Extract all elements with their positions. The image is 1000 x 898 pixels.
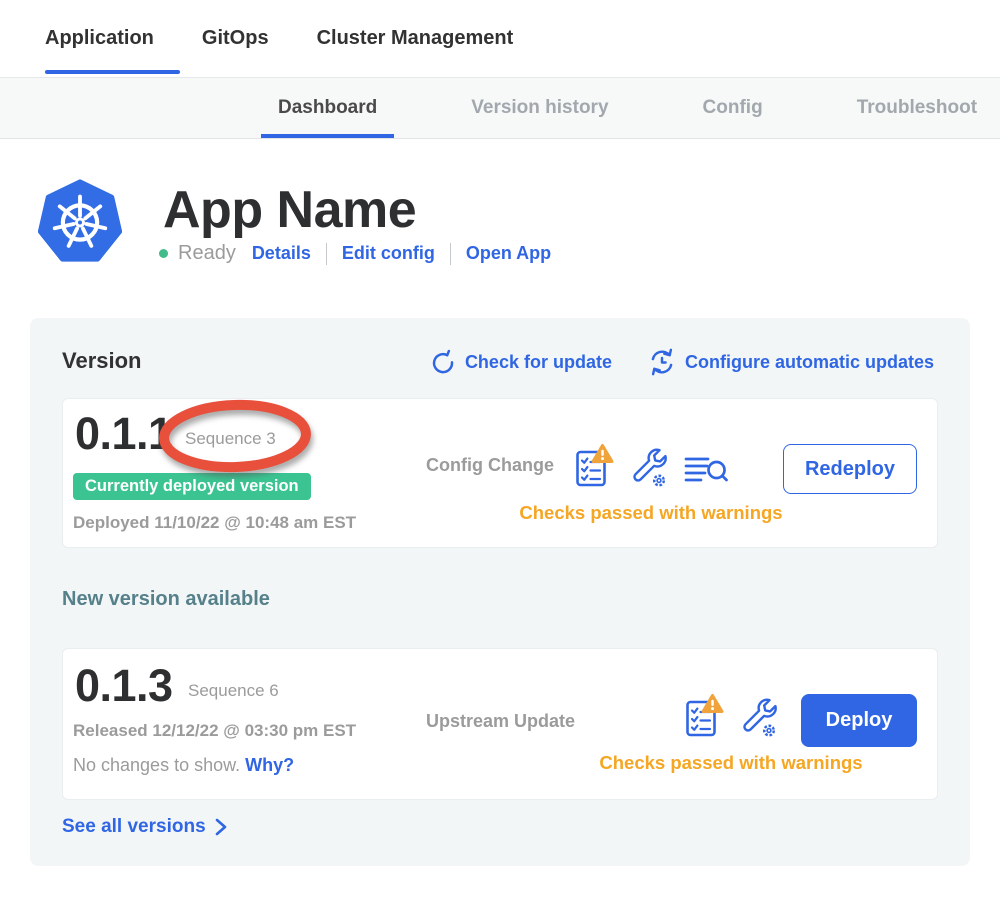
- tab-version-history[interactable]: Version history: [454, 78, 625, 138]
- new-version-heading: New version available: [62, 588, 270, 611]
- app-sub-nav: Dashboard Version history Config Trouble…: [0, 77, 1000, 139]
- chevron-right-icon: [215, 818, 227, 836]
- configure-automatic-updates-button[interactable]: Configure automatic updates: [648, 348, 934, 376]
- version-panel: Version Check for update Configure autom…: [30, 318, 970, 866]
- tab-application[interactable]: Application: [45, 0, 154, 77]
- divider: [326, 243, 327, 265]
- status-dot-icon: [159, 249, 168, 258]
- available-version-card: 0.1.3 Sequence 6 Released 12/12/22 @ 03:…: [62, 648, 938, 800]
- redeploy-button[interactable]: Redeploy: [783, 444, 917, 494]
- app-status-row: Ready Details Edit config Open App: [159, 242, 551, 265]
- version-panel-actions: Check for update Configure automatic upd…: [430, 348, 934, 376]
- see-all-versions-label: See all versions: [62, 816, 206, 838]
- check-for-update-label: Check for update: [465, 352, 612, 373]
- released-timestamp: Released 12/12/22 @ 03:30 pm EST: [73, 721, 356, 741]
- details-link[interactable]: Details: [252, 243, 311, 264]
- version-source-label: Upstream Update: [426, 711, 575, 732]
- current-version-card: 0.1.1 Sequence 3 Currently deployed vers…: [62, 398, 938, 548]
- kubernetes-logo-icon: [38, 179, 122, 266]
- preflight-checklist-warning-icon[interactable]: [684, 693, 724, 739]
- status-badge: Ready: [178, 242, 236, 265]
- edit-config-link[interactable]: Edit config: [342, 243, 435, 264]
- checks-status-text: Checks passed with warnings: [519, 502, 782, 524]
- primary-nav: Application GitOps Cluster Management: [0, 0, 1000, 77]
- deploy-button[interactable]: Deploy: [801, 694, 917, 747]
- checks-status-text: Checks passed with warnings: [599, 752, 862, 774]
- check-for-update-button[interactable]: Check for update: [430, 349, 612, 375]
- current-status-icons: [574, 443, 728, 489]
- deployed-timestamp: Deployed 11/10/22 @ 10:48 am EST: [73, 513, 356, 533]
- config-wrench-gear-icon[interactable]: [629, 447, 669, 489]
- page-title: App Name: [163, 184, 416, 236]
- divider: [450, 243, 451, 265]
- see-all-versions-link[interactable]: See all versions: [62, 816, 227, 838]
- currently-deployed-badge: Currently deployed version: [73, 473, 311, 500]
- configure-automatic-updates-label: Configure automatic updates: [685, 352, 934, 373]
- current-checks-column: Checks passed with warnings: [511, 443, 791, 524]
- tab-dashboard[interactable]: Dashboard: [261, 78, 394, 138]
- tab-troubleshoot[interactable]: Troubleshoot: [840, 78, 994, 138]
- tab-config[interactable]: Config: [686, 78, 780, 138]
- no-changes-row: No changes to show. Why?: [73, 755, 294, 776]
- preflight-checklist-warning-icon[interactable]: [574, 443, 614, 489]
- current-sequence-label: Sequence 3: [185, 429, 276, 449]
- current-version-number: 0.1.1: [75, 411, 173, 456]
- version-panel-title: Version: [62, 348, 141, 374]
- available-version-number: 0.1.3: [75, 663, 173, 708]
- tab-gitops[interactable]: GitOps: [202, 0, 269, 77]
- auto-update-clock-icon: [648, 348, 676, 376]
- available-status-icons: [684, 693, 779, 739]
- config-wrench-gear-icon[interactable]: [739, 697, 779, 739]
- why-link[interactable]: Why?: [245, 755, 294, 775]
- open-app-link[interactable]: Open App: [466, 243, 551, 264]
- refresh-icon: [430, 349, 456, 375]
- available-sequence-label: Sequence 6: [188, 681, 279, 701]
- view-diff-magnifier-icon[interactable]: [684, 453, 728, 489]
- no-changes-text: No changes to show.: [73, 755, 240, 775]
- tab-cluster-management[interactable]: Cluster Management: [317, 0, 514, 77]
